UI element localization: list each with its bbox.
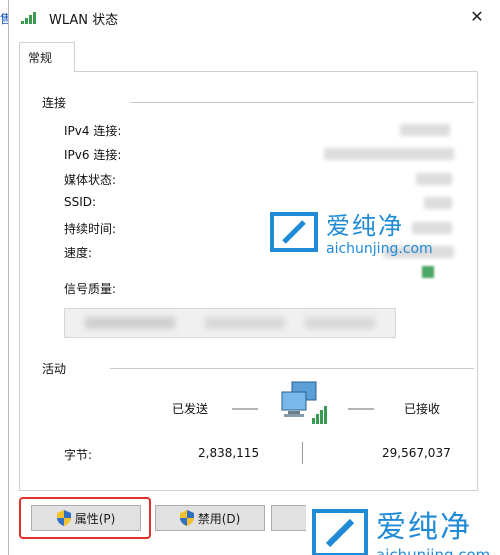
ipv6-value-redacted xyxy=(324,148,454,160)
activity-group-divider xyxy=(110,368,474,369)
disable-button[interactable]: 禁用(D) xyxy=(155,505,265,531)
highlight-frame xyxy=(19,497,151,539)
uac-shield-icon xyxy=(179,510,194,526)
tab-general[interactable]: 常规 xyxy=(19,42,75,72)
diagnose-button-partial[interactable] xyxy=(271,505,311,531)
speed-label: 速度: xyxy=(64,246,93,260)
ipv6-label: IPv6 连接: xyxy=(64,148,122,162)
sent-label: 已发送 xyxy=(172,402,209,416)
wifi-signal-icon xyxy=(21,12,36,24)
connection-group-divider xyxy=(130,102,474,103)
watermark-url: aichunjing.com xyxy=(326,241,433,257)
watermark-logo-icon xyxy=(270,211,318,252)
bytes-label: 字节: xyxy=(64,448,93,462)
received-dash xyxy=(348,408,374,410)
bytes-sent-value: 2,838,115 xyxy=(198,446,260,460)
details-button-redacted[interactable] xyxy=(64,308,396,338)
signal-quality-indicator xyxy=(422,266,434,278)
media-state-value-redacted xyxy=(416,173,452,185)
general-panel: 连接 IPv4 连接: IPv6 连接: 媒体状态: SSID: 持续时间: 速… xyxy=(19,71,478,491)
ipv4-value-redacted xyxy=(400,124,450,136)
ssid-label: SSID: xyxy=(64,195,97,209)
watermark-bottom: 爱纯净 aichunjing.com xyxy=(306,498,497,555)
activity-group-label: 活动 xyxy=(42,362,67,376)
bytes-received-value: 29,567,037 xyxy=(382,446,451,460)
duration-label: 持续时间: xyxy=(64,222,117,236)
title-bar[interactable]: WLAN 状态 ✕ xyxy=(9,0,500,34)
connection-group-label: 连接 xyxy=(42,96,67,110)
network-computers-icon xyxy=(281,381,327,424)
close-button[interactable]: ✕ xyxy=(468,8,486,26)
watermark-middle: 爱纯净 aichunjing.com xyxy=(270,206,433,257)
sent-dash xyxy=(232,408,258,410)
media-state-label: 媒体状态: xyxy=(64,173,117,187)
disable-button-label: 禁用(D) xyxy=(197,511,241,526)
signal-quality-label: 信号质量: xyxy=(64,282,117,296)
watermark-logo-icon xyxy=(312,509,368,555)
window-title: WLAN 状态 xyxy=(49,13,119,28)
watermark-name: 爱纯净 xyxy=(326,212,404,240)
received-label: 已接收 xyxy=(404,402,441,416)
bytes-divider xyxy=(302,442,303,464)
wlan-status-dialog: WLAN 状态 ✕ 常规 连接 IPv4 连接: IPv6 连接: 媒体状态: … xyxy=(8,0,500,555)
watermark-url: aichunjing.com xyxy=(376,546,491,555)
watermark-name: 爱纯净 xyxy=(376,510,472,545)
ipv4-label: IPv4 连接: xyxy=(64,124,122,138)
